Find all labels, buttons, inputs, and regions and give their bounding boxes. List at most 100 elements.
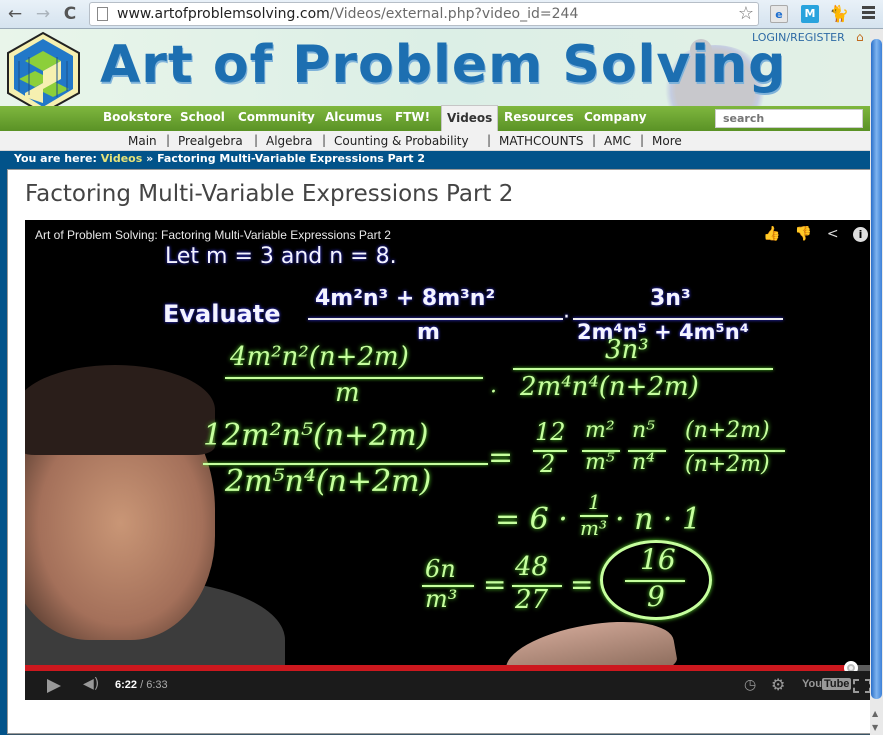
video-controls: ◀) 6:22 / 6:33 ◷ ⚙ You Tube: [25, 671, 878, 700]
nav-bookstore[interactable]: Bookstore: [103, 110, 172, 124]
main-nav: Bookstore School Community Alcumus FTW! …: [0, 105, 870, 131]
subnav-main[interactable]: Main: [128, 134, 157, 148]
watch-later-icon[interactable]: ◷: [744, 677, 756, 693]
breadcrumb-current: Factoring Multi-Variable Expressions Par…: [157, 152, 426, 165]
given-values: Let m = 3 and n = 8.: [165, 244, 397, 269]
step3-right: · n · 1: [615, 502, 702, 537]
step3-left: = 6 ·: [495, 502, 568, 537]
time-display: 6:22 / 6:33: [115, 679, 168, 691]
reload-icon[interactable]: C: [60, 4, 80, 24]
share-icon[interactable]: <: [827, 226, 839, 242]
subnav-separator: |: [166, 133, 171, 147]
scroll-down-arrow-icon[interactable]: ▼: [872, 723, 878, 732]
nav-school[interactable]: School: [180, 110, 225, 124]
step4-denominator: m³: [425, 585, 458, 613]
nav-community[interactable]: Community: [238, 110, 315, 124]
url-text[interactable]: www.artofproblemsolving.com/Videos/exter…: [117, 6, 578, 22]
subnav-algebra[interactable]: Algebra: [266, 134, 312, 148]
breadcrumb-link-videos[interactable]: Videos: [101, 152, 143, 165]
back-arrow-icon[interactable]: ←: [5, 4, 25, 24]
thumbs-up-icon[interactable]: 👍: [763, 226, 780, 242]
subnav-separator: |: [322, 133, 327, 147]
step1-numerator-b: 3n³: [605, 335, 649, 365]
search-input[interactable]: [715, 109, 863, 128]
step2-equals: =: [488, 440, 514, 475]
login-register-link[interactable]: LOGIN/REGISTER: [752, 31, 845, 44]
nav-videos[interactable]: Videos: [441, 105, 499, 131]
answer-numerator: 16: [640, 543, 676, 576]
scroll-up-arrow-icon[interactable]: ▲: [872, 709, 878, 718]
forward-arrow-icon[interactable]: →: [33, 4, 53, 24]
subnav-separator: |: [254, 133, 259, 147]
info-icon[interactable]: i: [853, 227, 868, 242]
youtube-logo[interactable]: You Tube: [802, 678, 852, 690]
evaluate-label: Evaluate: [163, 300, 281, 328]
step3-m3: m³: [580, 516, 607, 540]
step1-dot: ·: [490, 380, 497, 405]
rhs-2: 2: [540, 450, 556, 478]
video-top-actions: 👍 👎 < i: [753, 226, 868, 242]
step4-27: 27: [515, 585, 549, 615]
time-current: 6:22: [115, 679, 138, 691]
step4-numerator: 6n: [425, 555, 456, 583]
rhs-n4: n⁴: [632, 450, 655, 475]
site-brand[interactable]: Art of Problem Solving: [100, 35, 786, 95]
star-icon[interactable]: ☆: [738, 3, 754, 24]
fraction1-denominator: m: [417, 320, 440, 345]
step2-denominator: 2m⁵n⁴(n+2m): [225, 464, 432, 499]
page-scrollbar[interactable]: ▲ ▼: [870, 29, 883, 735]
subnav-mathcounts[interactable]: MATHCOUNTS: [499, 134, 584, 148]
fullscreen-icon[interactable]: [853, 679, 871, 693]
rhs-12: 12: [535, 418, 566, 446]
scrollbar-thumb[interactable]: [871, 39, 882, 699]
subnav-separator: |: [592, 133, 597, 147]
thumbs-down-icon[interactable]: 👎: [795, 226, 812, 242]
fraction2-denominator: 2m⁴n⁵ + 4m⁵n⁴: [577, 320, 749, 344]
rhs-n2m-top: (n+2m): [685, 418, 770, 443]
rhs-n5: n⁵: [632, 418, 655, 443]
breadcrumb-separator: »: [146, 152, 154, 165]
cat-extension-icon[interactable]: 🐈: [829, 5, 849, 23]
hamburger-menu-icon[interactable]: [862, 6, 875, 21]
sub-nav: Main | Prealgebra | Algebra | Counting &…: [0, 131, 870, 151]
rhs-m2: m²: [585, 418, 615, 443]
nav-ftw[interactable]: FTW!: [395, 110, 430, 124]
rhs-m5: m⁵: [585, 450, 615, 475]
answer-denominator: 9: [647, 580, 665, 613]
address-bar[interactable]: www.artofproblemsolving.com/Videos/exter…: [89, 2, 759, 26]
subnav-amc[interactable]: AMC: [604, 134, 631, 148]
fraction1-numerator: 4m²n³ + 8m³n²: [315, 286, 496, 311]
nav-resources[interactable]: Resources: [504, 110, 574, 124]
play-icon[interactable]: [47, 679, 61, 693]
video-frame[interactable]: Let m = 3 and n = 8. Evaluate 4m²n³ + 8m…: [25, 244, 878, 700]
step1-numerator-a: 4m²n²(n+2m): [230, 342, 409, 372]
youtube-tube: Tube: [821, 678, 852, 690]
subnav-separator: |: [640, 133, 645, 147]
url-path: /Videos/external.php?video_id=244: [329, 6, 579, 22]
subnav-prealgebra[interactable]: Prealgebra: [178, 134, 243, 148]
nav-alcumus[interactable]: Alcumus: [325, 110, 382, 124]
video-player[interactable]: Let m = 3 and n = 8. Evaluate 4m²n³ + 8m…: [25, 220, 878, 700]
step4-equals-2: =: [570, 568, 594, 601]
m-extension-icon[interactable]: M: [801, 5, 819, 23]
breadcrumb-prefix: You are here:: [14, 152, 97, 165]
fraction2-numerator: 3n³: [650, 286, 691, 311]
content-panel: Factoring Multi-Variable Expressions Par…: [7, 169, 878, 734]
volume-icon[interactable]: ◀): [83, 676, 99, 692]
step1-denominator-b: 2m⁴n⁴(n+2m): [520, 372, 699, 402]
ie-tab-icon[interactable]: e: [770, 5, 788, 23]
settings-gear-icon[interactable]: ⚙: [771, 675, 785, 694]
video-title[interactable]: Art of Problem Solving: Factoring Multi-…: [35, 228, 391, 242]
time-total: / 6:33: [140, 679, 168, 691]
aops-logo[interactable]: [5, 31, 82, 107]
subnav-more[interactable]: More: [652, 134, 682, 148]
breadcrumb: You are here: Videos » Factoring Multi-V…: [0, 151, 870, 167]
presenter-hair: [25, 365, 215, 455]
step4-equals-1: =: [483, 568, 507, 601]
browser-toolbar: ← → C www.artofproblemsolving.com/Videos…: [0, 0, 883, 29]
url-host: www.artofproblemsolving.com: [117, 6, 330, 22]
nav-company[interactable]: Company: [584, 110, 647, 124]
home-icon[interactable]: ⌂: [856, 30, 864, 44]
rhs-n2m-bottom: (n+2m): [685, 452, 770, 477]
subnav-counting-probability[interactable]: Counting & Probability: [334, 134, 469, 148]
